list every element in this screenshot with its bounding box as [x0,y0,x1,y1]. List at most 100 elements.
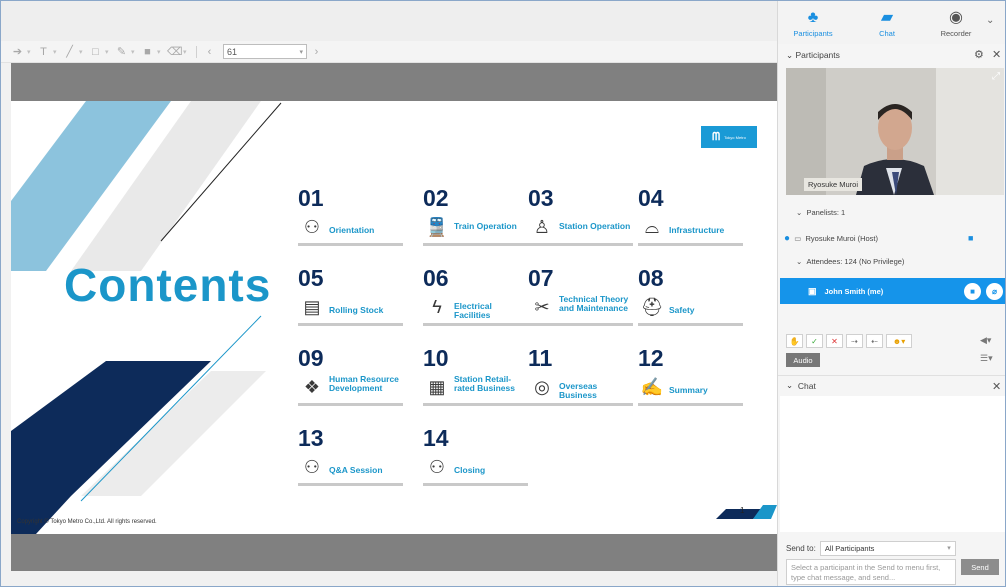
participant-host[interactable]: ● ▭ Ryosuke Muroi (Host) ■ [778,230,1005,246]
contents-item: 05 ▤ Rolling Stock [298,266,406,330]
item-number: 11 [528,345,553,371]
chat-title: Chat [797,380,816,391]
pointer-icon[interactable]: ➔ [11,45,24,58]
item-number: 05 [298,265,324,291]
toolbar-divider [196,45,197,58]
item-underline [423,403,528,406]
item-label: Safety [669,305,695,315]
webinar-window: ➔ ▾ T ▾ ╱ ▾ □ ▾ ✎ ▾ ■ ▾ ⌫ ▾ ‹ 61 ▾ › ᗰ T… [0,0,1006,587]
item-underline [528,403,633,406]
item-label: Overseas Business [559,381,598,400]
send-to-select[interactable]: All Participants ▾ [819,540,956,556]
pen-tool-icon[interactable]: ✎ [115,45,128,58]
item-number: 10 [423,345,449,371]
contents-item: 07 ✂ Technical Theory and Maintenance [528,266,636,330]
chat-header[interactable]: ⌄ Chat ✕ [778,375,1005,395]
chevron-down-icon: ⌄ [786,49,796,60]
item-number: 03 [528,185,554,211]
mute-icon[interactable]: ⌀ [986,283,1003,300]
color-picker-icon[interactable]: ■ [141,46,154,58]
railcar-icon: ▤ [303,297,321,317]
check-icon[interactable]: ✓ [806,334,823,348]
close-icon[interactable]: ✕ [992,48,1001,61]
participants-header[interactable]: ⌄ Participants ⚙ ✕ [778,44,1005,66]
item-label: Q&A Session [329,465,383,475]
tunnel-icon: ⌓ [644,217,660,237]
participant-me[interactable]: ▣ John Smith (me) ■ ⌀ [780,278,1005,304]
slide: ᗰ Tokyo Metro Contents 01 ⚇ Orientation … [11,101,777,534]
item-number: 13 [298,425,324,451]
item-label: Orientation [329,225,375,235]
reaction-bar: ✋ ✓ ✕ ⇢ ⇠ ☻▾ [786,334,912,348]
document-icon: ✍ [640,377,664,397]
hr-icon: ❖ [303,377,321,397]
raise-hand-icon[interactable]: ✋ [786,334,803,348]
tab-chat[interactable]: ▰ Chat [852,7,922,38]
attendee-icon: ▣ [808,285,817,296]
line-tool-icon[interactable]: ╱ [63,45,76,58]
next-page-icon[interactable]: › [310,46,323,58]
my-name: John Smith (me) [824,286,884,296]
status-dot-icon: ● [784,232,791,244]
text-tool-icon[interactable]: T [37,46,50,58]
slide-title: Contents [64,259,272,311]
contents-item: 09 ❖ Human Resource Development [298,346,406,410]
zoom-select[interactable]: 61 ▾ [223,44,307,59]
attendees-label: Attendees: 124 (No Privilege) [806,256,905,266]
attendees-group[interactable]: ⌄ Attendees: 124 (No Privilege) [778,254,1005,268]
item-number: 14 [423,425,449,451]
previous-page-icon[interactable]: ‹ [203,46,216,58]
tab-label: Chat [879,29,895,38]
chevron-down-icon[interactable]: ▾ [105,48,112,56]
chat-input[interactable]: Select a participant in the Send to menu… [786,559,956,585]
chevron-down-icon[interactable]: ▾ [79,48,86,56]
slide-page-number: 1 [740,506,745,515]
screen-share-icon: ▭ [794,233,802,243]
chevron-down-icon: ⌄ [786,380,798,390]
list-icon[interactable]: ☰▾ [980,353,993,364]
chevron-down-icon[interactable]: ⌄ [986,15,994,26]
eraser-icon[interactable]: ⌫ [167,45,183,58]
megaphone-icon[interactable]: ◀▾ [980,335,991,346]
expand-icon[interactable]: ⤢ [992,71,1000,82]
video-camera-icon[interactable]: ■ [964,283,981,300]
rectangle-tool-icon[interactable]: □ [89,46,102,58]
contents-item: 06 ϟ Electrical Facilities [423,266,531,330]
item-number: 01 [298,185,324,211]
tab-recorder[interactable]: ◉ Recorder [921,7,991,38]
chevron-down-icon[interactable]: ▾ [27,48,34,56]
participants-title: Participants [795,50,840,60]
chevron-down-icon[interactable]: ▾ [53,48,60,56]
gear-icon[interactable]: ⚙ [974,48,984,61]
cross-icon[interactable]: ✕ [826,334,843,348]
tab-participants[interactable]: ♣ Participants [778,7,848,38]
emoji-icon[interactable]: ☻▾ [886,334,912,348]
item-underline [298,243,403,246]
contents-item: 11 ◎ Overseas Business [528,346,636,410]
chevron-down-icon: ▾ [947,545,951,552]
chevron-down-icon: ⌄ [796,207,807,217]
tools-icon: ✂ [534,297,550,317]
item-underline [423,323,528,326]
video-name-tag: Ryosuke Muroi [804,178,863,191]
chevron-down-icon[interactable]: ▾ [131,48,138,56]
item-number: 07 [528,265,554,291]
panelists-group[interactable]: ⌄ Panelists: 1 [778,205,1005,219]
audio-button[interactable]: Audio [786,353,820,367]
go-slower-icon[interactable]: ⇠ [866,334,883,348]
item-underline [528,323,633,326]
send-button[interactable]: Send [961,559,999,575]
chevron-down-icon[interactable]: ▾ [157,48,164,56]
contents-item: 14 ⚇ Closing [423,426,531,490]
chevron-down-icon[interactable]: ▾ [183,48,190,56]
chat-messages[interactable] [780,396,1005,532]
go-faster-icon[interactable]: ⇢ [846,334,863,348]
presentation-area: ➔ ▾ T ▾ ╱ ▾ □ ▾ ✎ ▾ ■ ▾ ⌫ ▾ ‹ 61 ▾ › ᗰ T… [1,1,777,586]
host-name: Ryosuke Muroi (Host) [805,233,879,243]
record-icon: ◉ [949,9,963,26]
globe-icon: ◎ [534,377,550,397]
panel-tabs: ♣ Participants ▰ Chat ◉ Recorder ⌄ [778,1,1005,44]
close-icon[interactable]: ✕ [992,380,1001,393]
item-number: 08 [638,265,664,291]
item-underline [638,403,743,406]
